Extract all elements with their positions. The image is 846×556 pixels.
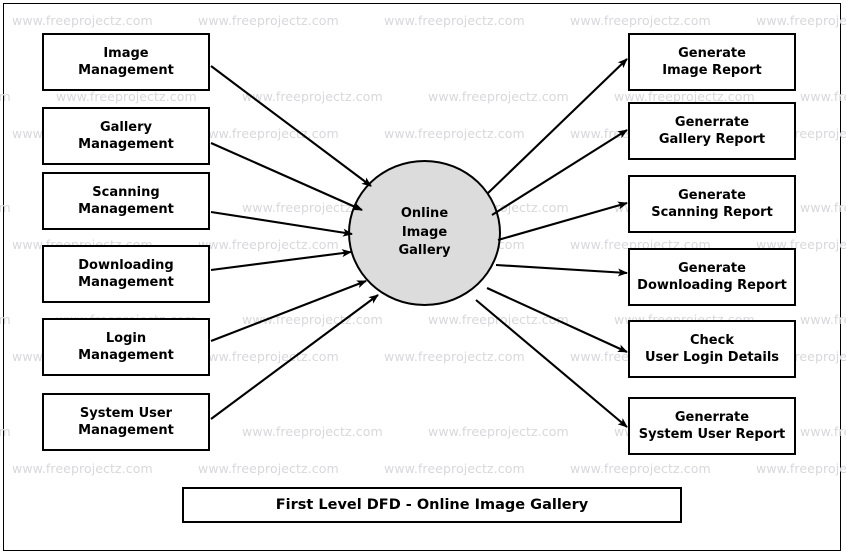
- watermark-text: www.freeprojectz.com: [570, 461, 711, 476]
- watermark-text: www.freeprojectz.com: [56, 89, 197, 104]
- input-entity-label: Login Management: [78, 330, 174, 363]
- output-entity-label: Generate Scanning Report: [651, 187, 773, 220]
- watermark-text: www.freeprojectz.com: [12, 461, 153, 476]
- watermark-text: www.freeprojectz.com: [198, 237, 339, 252]
- output-entity-generate-scanning-report[interactable]: Generate Scanning Report: [628, 175, 796, 233]
- output-entity-generate-gallery-report[interactable]: Generrate Gallery Report: [628, 102, 796, 160]
- watermark-text: www.freeprojectz.com: [384, 126, 525, 141]
- watermark-text: www.freeprojectz.com: [0, 424, 11, 439]
- input-entity-label: Downloading Management: [78, 257, 174, 290]
- watermark-text: www.freeprojectz.com: [198, 349, 339, 364]
- input-entity-label: Scanning Management: [78, 184, 174, 217]
- output-entity-label: Generrate Gallery Report: [658, 114, 766, 147]
- watermark-text: www.freeprojectz.com: [242, 89, 383, 104]
- watermark-text: www.freeprojectz.com: [242, 312, 383, 327]
- output-entity-label: Generate Image Report: [662, 45, 762, 78]
- watermark-text: www.freeprojectz.com: [570, 13, 711, 28]
- watermark-text: www.freeprojectz.com: [0, 312, 11, 327]
- input-entity-label: System User Management: [78, 405, 174, 438]
- watermark-text: www.freeprojectz.com: [800, 89, 846, 104]
- watermark-text: www.freeprojectz.com: [756, 461, 846, 476]
- watermark-text: www.freeprojectz.com: [198, 461, 339, 476]
- watermark-text: www.freeprojectz.com: [384, 461, 525, 476]
- input-entity-downloading-management[interactable]: Downloading Management: [42, 245, 210, 303]
- dfd-diagram-canvas: www.freeprojectz.com www.freeprojectz.com…: [0, 0, 846, 556]
- central-process-online-image-gallery[interactable]: Online Image Gallery: [348, 160, 501, 306]
- output-entity-generate-system-user-report[interactable]: Generrate System User Report: [628, 397, 796, 455]
- watermark-text: www.freeprojectz.com: [800, 424, 846, 439]
- watermark-text: www.freeprojectz.com: [756, 13, 846, 28]
- input-entity-gallery-management[interactable]: Gallery Management: [42, 107, 210, 165]
- watermark-text: www.freeprojectz.com: [800, 200, 846, 215]
- output-entity-label: Check User Login Details: [644, 332, 780, 365]
- watermark-text: www.freeprojectz.com: [428, 312, 569, 327]
- output-entity-check-user-login-details[interactable]: Check User Login Details: [628, 320, 796, 378]
- watermark-text: www.freeprojectz.com: [384, 13, 525, 28]
- diagram-title-box: First Level DFD - Online Image Gallery: [182, 487, 682, 523]
- output-entity-label: Generate Downloading Report: [637, 260, 787, 293]
- watermark-text: www.freeprojectz.com: [12, 13, 153, 28]
- diagram-title: First Level DFD - Online Image Gallery: [275, 497, 589, 513]
- input-entity-scanning-management[interactable]: Scanning Management: [42, 172, 210, 230]
- watermark-text: www.freeprojectz.com: [800, 312, 846, 327]
- watermark-text: www.freeprojectz.com: [242, 424, 383, 439]
- output-entity-generate-image-report[interactable]: Generate Image Report: [628, 33, 796, 91]
- output-entity-label: Generrate System User Report: [638, 409, 786, 442]
- process-label: Online Image Gallery: [398, 205, 451, 259]
- watermark-text: www.freeprojectz.com: [428, 89, 569, 104]
- watermark-text: www.freeprojectz.com: [0, 89, 11, 104]
- input-entity-label: Image Management: [78, 45, 174, 78]
- input-entity-image-management[interactable]: Image Management: [42, 33, 210, 91]
- output-entity-generate-downloading-report[interactable]: Generate Downloading Report: [628, 248, 796, 306]
- watermark-text: www.freeprojectz.com: [198, 126, 339, 141]
- watermark-text: www.freeprojectz.com: [384, 349, 525, 364]
- watermark-text: www.freeprojectz.com: [0, 200, 11, 215]
- watermark-text: www.freeprojectz.com: [428, 424, 569, 439]
- input-entity-label: Gallery Management: [78, 119, 174, 152]
- watermark-text: www.freeprojectz.com: [198, 13, 339, 28]
- input-entity-login-management[interactable]: Login Management: [42, 318, 210, 376]
- input-entity-system-user-management[interactable]: System User Management: [42, 393, 210, 451]
